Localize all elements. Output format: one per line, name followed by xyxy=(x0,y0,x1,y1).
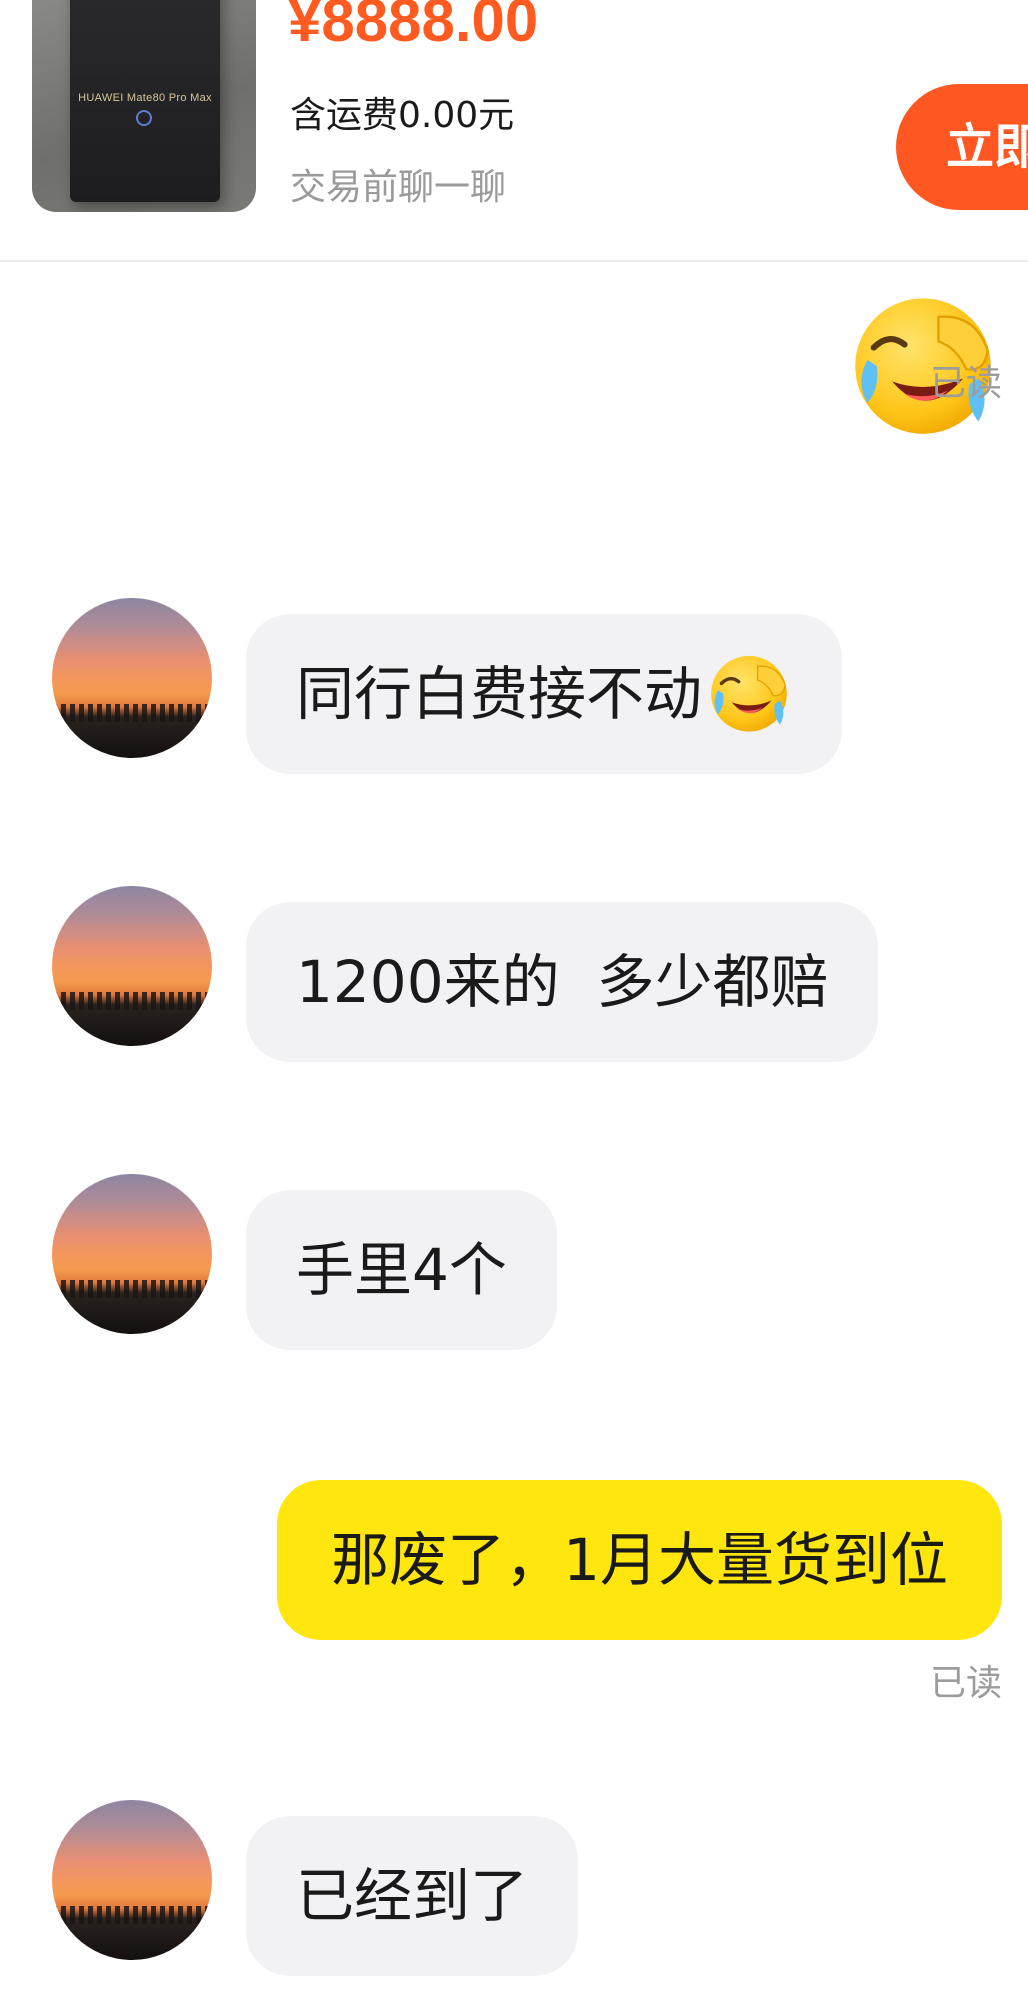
read-receipt: 已读 xyxy=(929,1663,1002,1704)
crying-laughing-emoji-icon xyxy=(711,655,787,732)
shipping-info: 含运费0.00元 xyxy=(290,95,515,136)
received-message-bubble[interactable]: 同行白费接不动 xyxy=(246,614,843,774)
thumb-brand-text: HUAWEI Mate80 Pro Max xyxy=(78,92,212,104)
received-message-bubble[interactable]: 手里4个 xyxy=(246,1190,557,1350)
contact-avatar[interactable] xyxy=(52,598,212,758)
chat-messages[interactable]: 已读 同行白费接不动 1200来的 多少都赔 手里4个 那废了，1月大量货到位 xyxy=(0,262,1028,2012)
phone-box-image: HUAWEI Mate80 Pro Max xyxy=(70,0,220,202)
contact-avatar[interactable] xyxy=(52,1174,212,1334)
received-message-bubble[interactable]: 已经到了 xyxy=(246,1816,579,1976)
product-price: ¥8888.00 xyxy=(288,0,539,54)
thumb-logo-icon xyxy=(136,110,152,126)
contact-avatar[interactable] xyxy=(52,1800,212,1960)
contact-avatar[interactable] xyxy=(52,886,212,1046)
sent-message-bubble[interactable]: 那废了，1月大量货到位 xyxy=(277,1480,1002,1640)
received-message-bubble[interactable]: 1200来的 多少都赔 xyxy=(246,902,879,1062)
buy-now-button[interactable]: 立即 xyxy=(896,84,1028,210)
chat-hint: 交易前聊一聊 xyxy=(290,167,507,208)
product-thumbnail[interactable]: HUAWEI Mate80 Pro Max xyxy=(32,0,256,212)
read-receipt: 已读 xyxy=(929,363,1002,404)
message-text: 同行白费接不动 xyxy=(296,660,703,728)
product-header: HUAWEI Mate80 Pro Max ¥8888.00 含运费0.00元 … xyxy=(0,0,1028,262)
